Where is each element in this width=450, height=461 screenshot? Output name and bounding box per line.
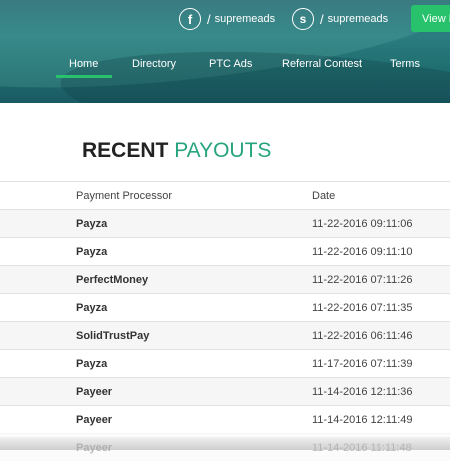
date-cell: 11-22-2016 07:11:35: [312, 302, 413, 314]
nav-ptc-ads[interactable]: PTC Ads: [209, 58, 252, 70]
processor-cell: Payza: [76, 246, 108, 258]
nav-home[interactable]: Home: [69, 58, 98, 70]
processor-cell: Payza: [76, 358, 108, 370]
table-row: Payza 11-22-2016 09:11:06: [0, 209, 450, 237]
skype-icon: s: [292, 8, 314, 30]
nav-directory[interactable]: Directory: [132, 58, 176, 70]
date-cell: 11-22-2016 06:11:46: [312, 330, 413, 342]
separator-slash: /: [207, 11, 211, 27]
processor-cell: Payeer: [76, 386, 113, 398]
title-part-recent: RECENT: [82, 139, 169, 162]
page-title: RECENT PAYOUTS: [82, 139, 271, 163]
bottom-fade-overlay: [0, 437, 450, 450]
processor-cell: SolidTrustPay: [76, 330, 150, 342]
date-cell: 11-22-2016 09:11:10: [312, 246, 413, 258]
processor-cell: Payeer: [76, 414, 113, 426]
column-header-date: Date: [312, 190, 336, 202]
separator-slash: /: [320, 11, 324, 27]
table-row: Payza 11-22-2016 07:11:35: [0, 293, 450, 321]
table-row: Payeer 11-14-2016 12:11:36: [0, 377, 450, 405]
table-row: Payza 11-22-2016 09:11:10: [0, 237, 450, 265]
nav-terms[interactable]: Terms: [390, 58, 420, 70]
table-row: Payza 11-17-2016 07:11:39: [0, 349, 450, 377]
facebook-icon: f: [179, 8, 201, 30]
table-header-row: t Payment Processor Date: [0, 181, 450, 209]
skype-handle: supremeads: [327, 13, 389, 25]
active-nav-indicator: [56, 75, 112, 78]
table-row: PerfectMoney 11-22-2016 07:11:26: [0, 265, 450, 293]
view-button[interactable]: View D: [411, 5, 450, 32]
date-cell: 11-17-2016 07:11:39: [312, 358, 413, 370]
title-part-payouts: PAYOUTS: [174, 139, 272, 162]
date-cell: 11-14-2016 12:11:36: [312, 386, 413, 398]
date-cell: 11-14-2016 12:11:49: [312, 414, 413, 426]
site-header: f / supremeads s / supremeads View D Hom…: [0, 0, 450, 103]
column-header-processor: Payment Processor: [76, 190, 172, 202]
facebook-handle: supremeads: [214, 13, 276, 25]
skype-link[interactable]: s / supremeads: [292, 7, 388, 31]
date-cell: 11-22-2016 07:11:26: [312, 274, 413, 286]
table-row: Payeer 11-14-2016 12:11:49: [0, 405, 450, 433]
table-row: SolidTrustPay 11-22-2016 06:11:46: [0, 321, 450, 349]
payouts-table: t Payment Processor Date Payza 11-22-201…: [0, 181, 450, 461]
facebook-link[interactable]: f / supremeads: [179, 7, 275, 31]
processor-cell: Payza: [76, 218, 108, 230]
nav-referral-contest[interactable]: Referral Contest: [282, 58, 362, 70]
processor-cell: Payza: [76, 302, 108, 314]
date-cell: 11-22-2016 09:11:06: [312, 218, 413, 230]
processor-cell: PerfectMoney: [76, 274, 149, 286]
